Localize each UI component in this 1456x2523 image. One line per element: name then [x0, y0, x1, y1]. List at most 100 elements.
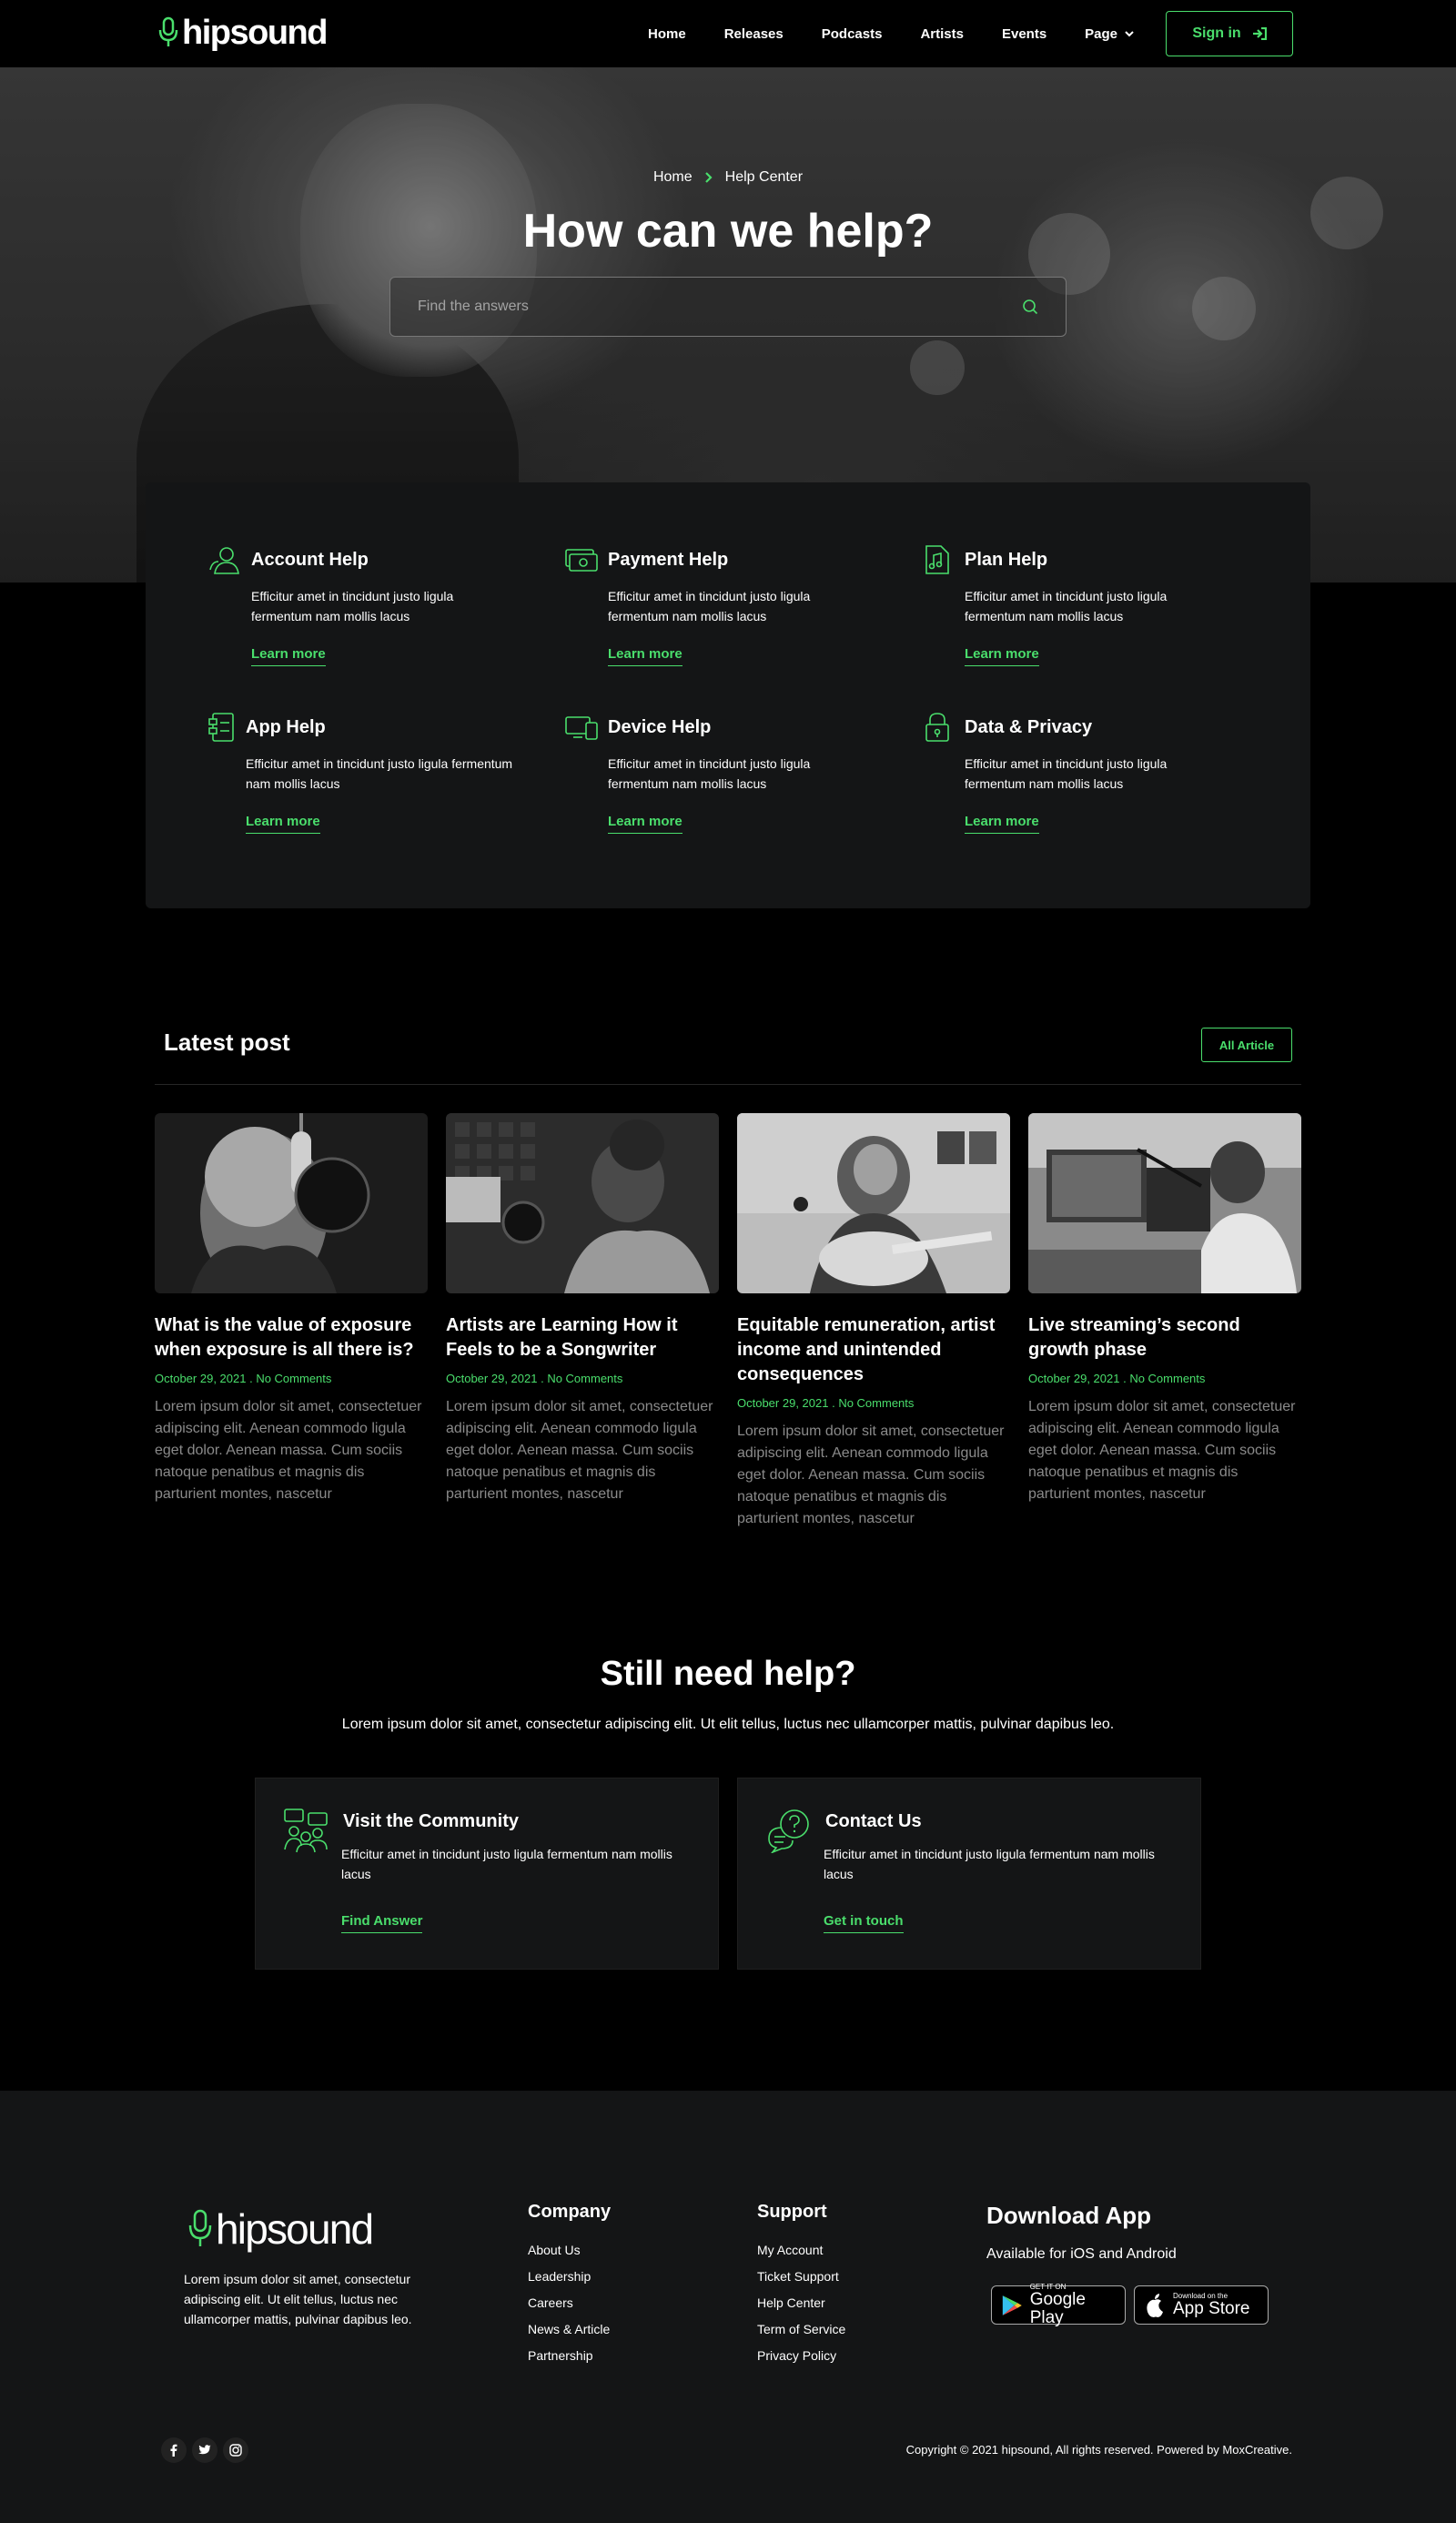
nav-home[interactable]: Home	[648, 26, 686, 42]
breadcrumb-home[interactable]: Home	[653, 169, 693, 186]
post-title[interactable]: Artists are Learning How it Feels to be …	[446, 1313, 719, 1363]
post-comments[interactable]: No Comments	[838, 1396, 914, 1410]
help-topic-title: Account Help	[251, 549, 369, 570]
learn-more-link[interactable]: Learn more	[965, 646, 1039, 666]
post-comments[interactable]: No Comments	[1129, 1372, 1205, 1385]
footer-support-column: Support My Account Ticket Support Help C…	[757, 2202, 845, 2375]
help-topic-desc: Efficitur amet in tincidunt justo ligula…	[608, 589, 811, 623]
instagram-icon[interactable]	[223, 2437, 248, 2463]
learn-more-link[interactable]: Learn more	[251, 646, 326, 666]
still-need-help-subtitle: Lorem ipsum dolor sit amet, consectetur …	[341, 1717, 1115, 1732]
footer-link[interactable]: Leadership	[528, 2269, 611, 2284]
get-in-touch-link[interactable]: Get in touch	[824, 1913, 904, 1933]
footer-link[interactable]: News & Article	[528, 2322, 611, 2336]
learn-more-link[interactable]: Learn more	[608, 814, 682, 834]
site-header: hipsound Home Releases Podcasts Artists …	[0, 0, 1456, 67]
footer-link[interactable]: Term of Service	[757, 2322, 845, 2336]
nav-page-label: Page	[1085, 25, 1118, 42]
community-card: Visit the Community Efficitur amet in ti…	[255, 1778, 719, 1970]
post-title[interactable]: What is the value of exposure when expos…	[155, 1313, 428, 1363]
chevron-down-icon	[1125, 31, 1134, 37]
post-image[interactable]	[155, 1113, 428, 1293]
footer-brand-name: hipsound	[216, 2205, 374, 2253]
footer-link[interactable]: My Account	[757, 2243, 845, 2257]
help-topic-privacy: Data & Privacy Efficitur amet in tincidu…	[921, 712, 1230, 834]
search-input[interactable]	[418, 299, 1022, 315]
footer-column-title: Company	[528, 2202, 612, 2222]
logo[interactable]: hipsound	[158, 13, 328, 53]
facebook-icon[interactable]	[161, 2437, 187, 2463]
breadcrumb-current: Help Center	[724, 169, 804, 185]
search-icon[interactable]	[1022, 299, 1038, 315]
post-comments[interactable]: No Comments	[547, 1372, 622, 1385]
page-title: How can we help?	[522, 205, 934, 258]
footer-link[interactable]: Help Center	[757, 2295, 845, 2310]
footer-link[interactable]: Partnership	[528, 2348, 611, 2363]
help-topic-payment: Payment Help Efficitur amet in tincidunt…	[564, 544, 874, 666]
google-play-icon	[1002, 2295, 1022, 2315]
post-date: October 29, 2021	[737, 1396, 829, 1410]
nav-releases[interactable]: Releases	[724, 26, 784, 42]
app-store-button[interactable]: Download on the App Store	[1134, 2285, 1269, 2325]
footer-link[interactable]: Privacy Policy	[757, 2348, 845, 2363]
post-title[interactable]: Equitable remuneration, artist income an…	[737, 1313, 1010, 1387]
footer-logo[interactable]: hipsound	[188, 2204, 374, 2254]
divider	[155, 1084, 1301, 1085]
post-card[interactable]: Equitable remuneration, artist income an…	[737, 1113, 1010, 1530]
post-card[interactable]: Live streaming’s second growth phase Oct…	[1028, 1113, 1301, 1505]
copyright-text: Copyright © 2021 hipsound, All rights re…	[905, 2443, 1292, 2457]
help-topic-plan: Plan Help Efficitur amet in tincidunt ju…	[921, 544, 1230, 666]
all-article-button[interactable]: All Article	[1201, 1028, 1292, 1062]
post-excerpt: Lorem ipsum dolor sit amet, consectetuer…	[155, 1399, 422, 1502]
footer-link[interactable]: Ticket Support	[757, 2269, 845, 2284]
post-title[interactable]: Live streaming’s second growth phase	[1028, 1313, 1301, 1363]
nav-page[interactable]: Page	[1085, 26, 1134, 42]
card-desc: Efficitur amet in tincidunt justo ligula…	[341, 1847, 672, 1881]
post-card[interactable]: Artists are Learning How it Feels to be …	[446, 1113, 719, 1505]
post-meta: October 29, 2021 . No Comments	[737, 1396, 915, 1410]
find-answer-link[interactable]: Find Answer	[341, 1913, 423, 1933]
search-box	[389, 277, 1067, 337]
twitter-icon[interactable]	[192, 2437, 217, 2463]
help-topic-title: Payment Help	[608, 549, 729, 570]
post-excerpt: Lorem ipsum dolor sit amet, consectetuer…	[446, 1399, 713, 1502]
post-date: October 29, 2021	[155, 1372, 247, 1385]
sign-in-button[interactable]: Sign in	[1166, 11, 1293, 56]
help-topic-desc: Efficitur amet in tincidunt justo ligula…	[608, 756, 811, 791]
post-comments[interactable]: No Comments	[256, 1372, 331, 1385]
card-title: Contact Us	[825, 1811, 922, 1831]
sign-in-icon	[1252, 27, 1267, 40]
post-date: October 29, 2021	[446, 1372, 538, 1385]
latest-post-heading: Latest post	[164, 1028, 290, 1056]
nav-events[interactable]: Events	[1002, 26, 1046, 42]
chat-question-icon	[768, 1809, 809, 1853]
post-excerpt: Lorem ipsum dolor sit amet, consectetuer…	[1028, 1399, 1296, 1502]
main-nav: Home Releases Podcasts Artists Events Pa…	[648, 0, 1172, 67]
microphone-icon	[188, 2209, 212, 2246]
footer-link[interactable]: Careers	[528, 2295, 611, 2310]
learn-more-link[interactable]: Learn more	[965, 814, 1039, 834]
post-image[interactable]	[1028, 1113, 1301, 1293]
contact-card: Contact Us Efficitur amet in tincidunt j…	[737, 1778, 1201, 1970]
help-topic-desc: Efficitur amet in tincidunt justo ligula…	[251, 589, 454, 623]
nav-podcasts[interactable]: Podcasts	[822, 26, 883, 42]
plan-icon	[925, 545, 949, 574]
help-topic-title: Device Help	[608, 716, 712, 737]
post-image[interactable]	[737, 1113, 1010, 1293]
still-need-help-heading: Still need help?	[600, 1655, 856, 1693]
download-app-title: Download App	[986, 2202, 1152, 2229]
post-image[interactable]	[446, 1113, 719, 1293]
help-topic-desc: Efficitur amet in tincidunt justo ligula…	[965, 756, 1168, 791]
footer-download-column: Download App Available for iOS and Andro…	[986, 2202, 1177, 2263]
learn-more-link[interactable]: Learn more	[608, 646, 682, 666]
post-meta: October 29, 2021 . No Comments	[446, 1372, 623, 1385]
learn-more-link[interactable]: Learn more	[246, 814, 320, 834]
post-card[interactable]: What is the value of exposure when expos…	[155, 1113, 428, 1505]
footer-link[interactable]: About Us	[528, 2243, 611, 2257]
footer-description: Lorem ipsum dolor sit amet, consectetur …	[184, 2272, 412, 2326]
account-icon	[209, 547, 239, 574]
help-topic-title: Data & Privacy	[965, 716, 1093, 737]
google-play-button[interactable]: GET IT ON Google Play	[991, 2283, 1126, 2327]
nav-artists[interactable]: Artists	[920, 26, 964, 42]
help-topic-title: Plan Help	[965, 549, 1048, 570]
